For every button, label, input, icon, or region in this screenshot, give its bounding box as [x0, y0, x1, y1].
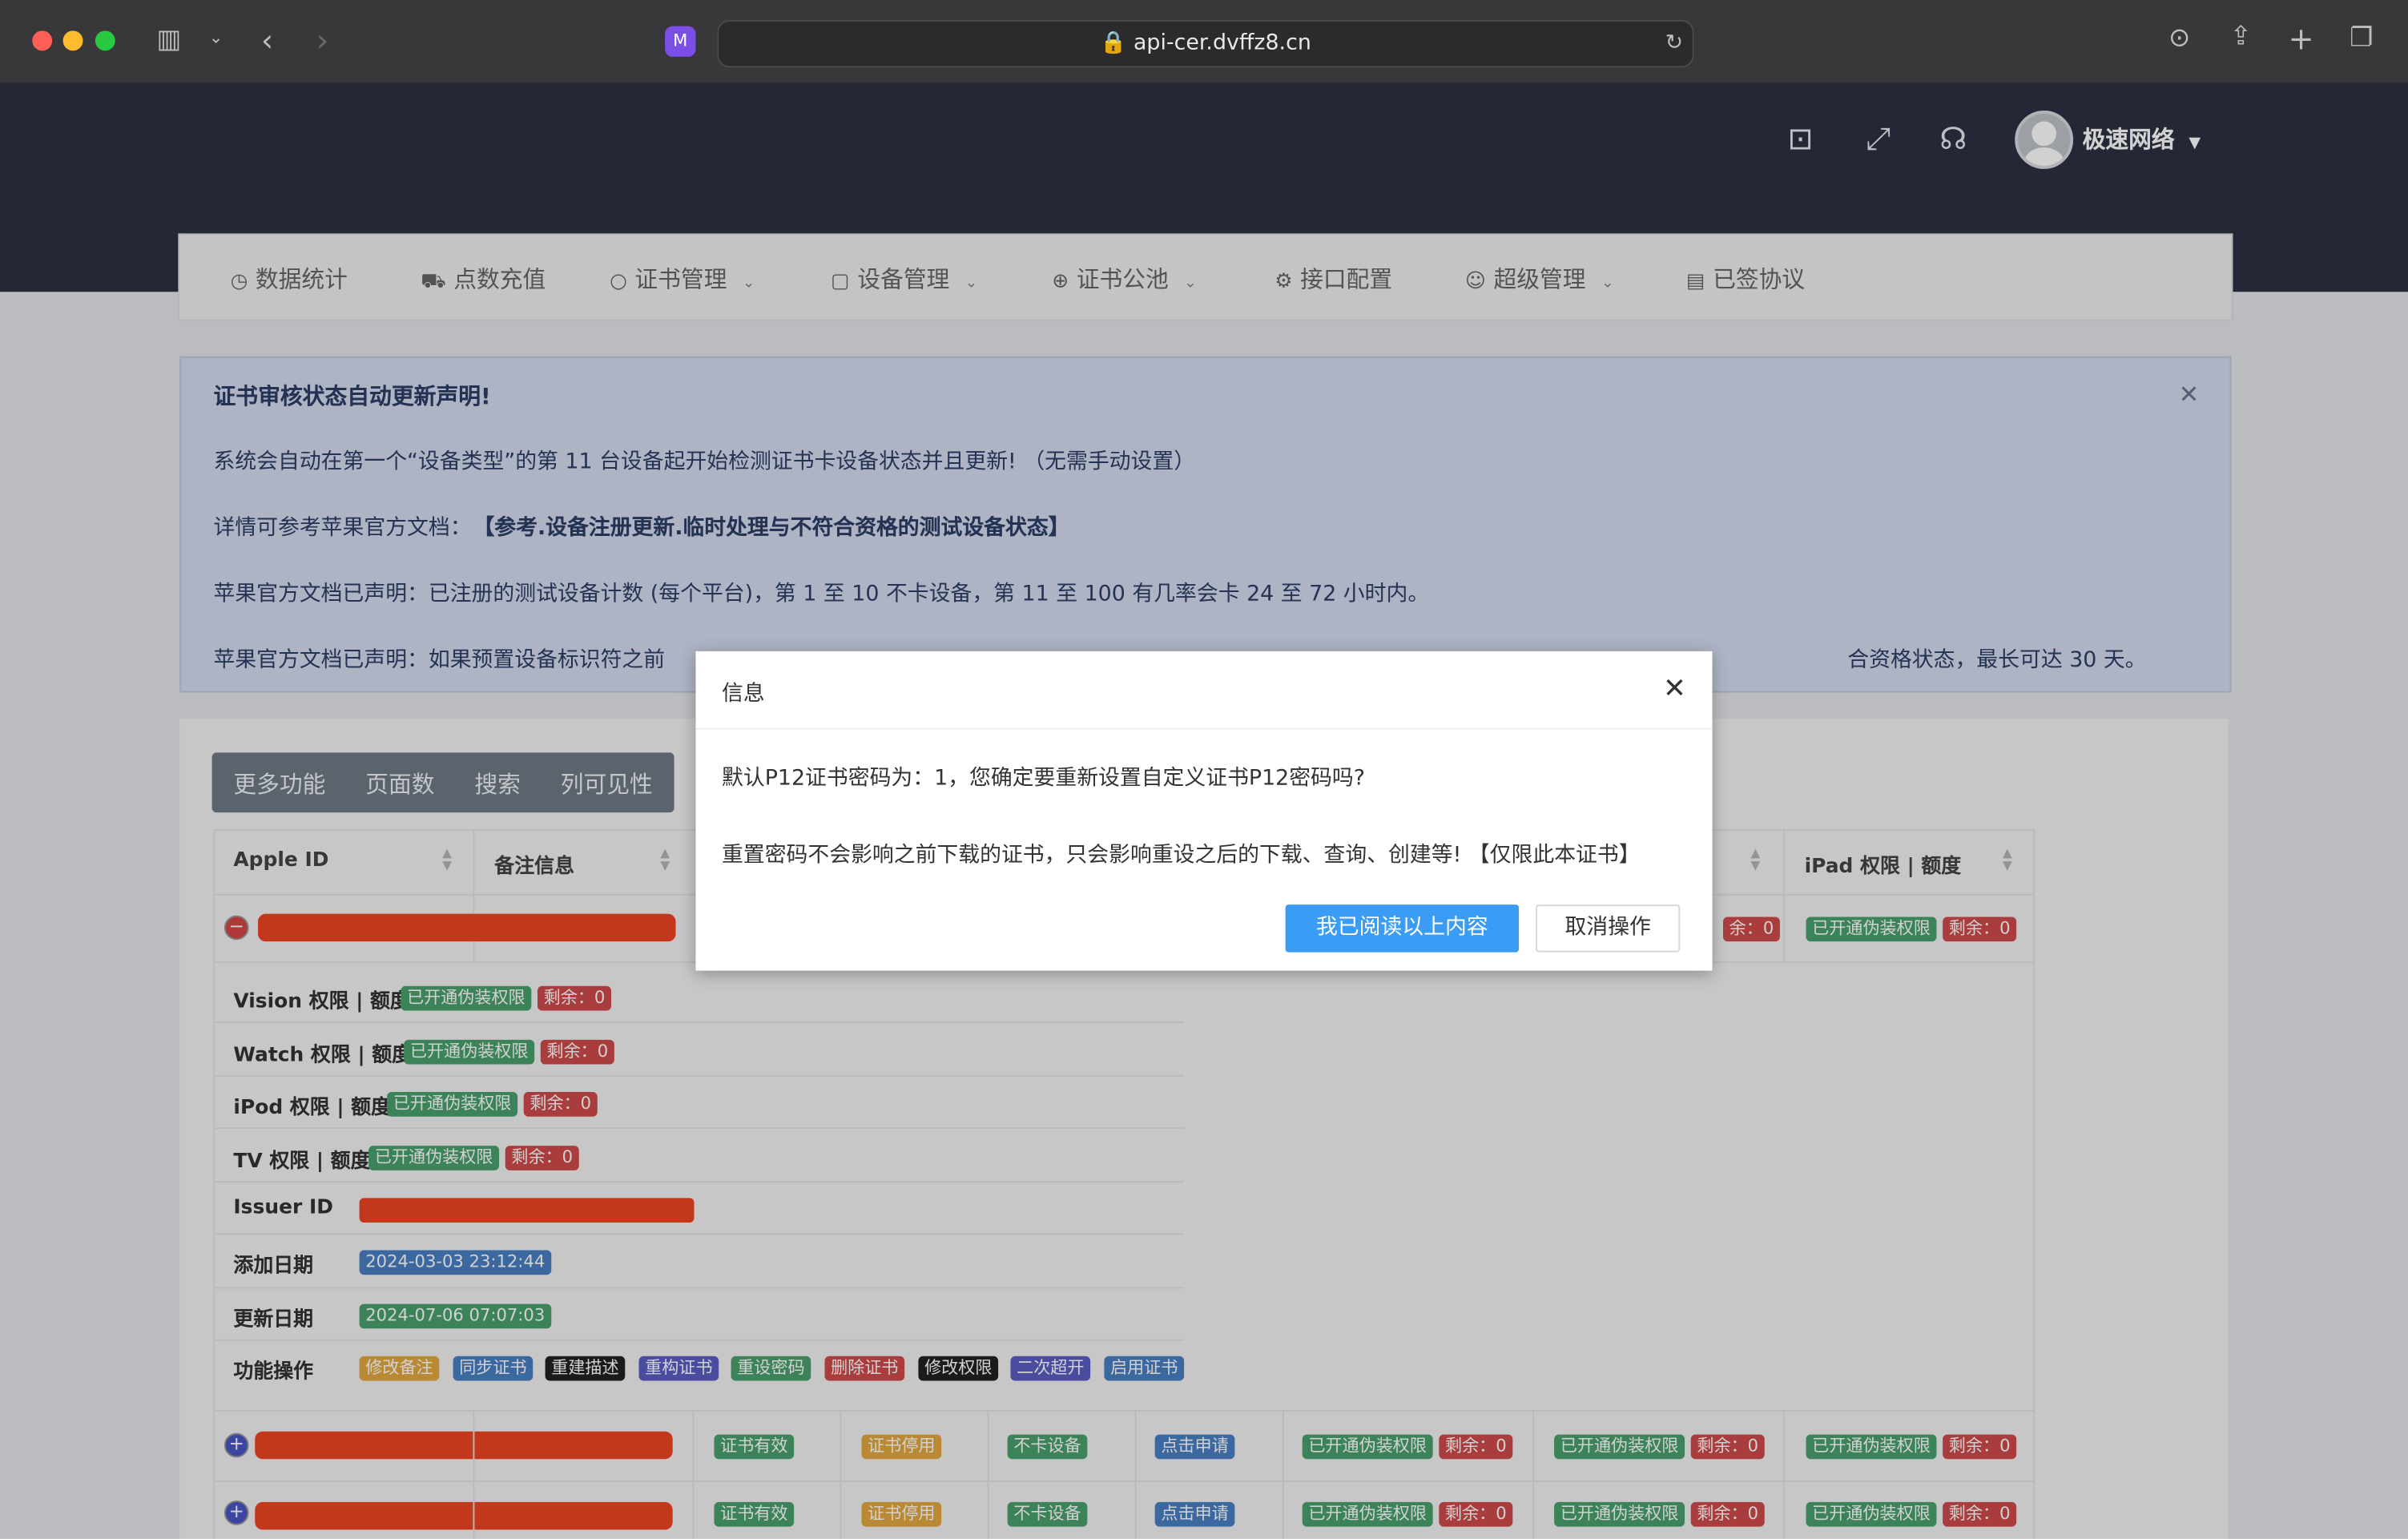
cancel-button[interactable]: 取消操作 [1536, 904, 1681, 953]
downloads-icon[interactable]: ⊙ [2168, 23, 2190, 54]
close-window-button[interactable] [32, 30, 53, 51]
divider [695, 727, 1713, 730]
lock-icon: 🔒 [1100, 30, 1127, 56]
new-tab-icon[interactable]: + [2288, 20, 2313, 57]
reload-icon[interactable]: ↻ [1665, 22, 1683, 66]
zoom-window-button[interactable] [95, 30, 115, 51]
dialog-title: 信息 [722, 682, 765, 707]
forward-icon[interactable]: › [316, 22, 328, 58]
chevron-down-icon[interactable]: ⌄ [209, 28, 223, 48]
minimize-window-button[interactable] [62, 30, 83, 51]
dialog-message: 默认P12证书密码为：1，您确定要重新设置自定义证书P12密码吗? [722, 766, 1366, 792]
sidebar-toggle-icon[interactable]: ▥ [157, 25, 182, 55]
confirm-dialog: 信息 ✕ 默认P12证书密码为：1，您确定要重新设置自定义证书P12密码吗? 重… [695, 651, 1713, 971]
close-icon[interactable]: ✕ [1663, 673, 1686, 705]
back-icon[interactable]: ‹ [261, 22, 273, 58]
share-icon[interactable]: ⇪ [2230, 22, 2252, 52]
browser-toolbar: ▥ ⌄ ‹ › M 🔒 api-cer.dvffz8.cn ↻ ⊙ ⇪ + ❐ [0, 0, 2408, 85]
extension-icon[interactable]: M [665, 26, 696, 57]
confirm-button[interactable]: 我已阅读以上内容 [1285, 904, 1520, 953]
tab-overview-icon[interactable]: ❐ [2350, 23, 2373, 54]
url-text: api-cer.dvffz8.cn [1133, 30, 1311, 56]
address-bar[interactable]: 🔒 api-cer.dvffz8.cn ↻ [717, 19, 1694, 68]
dialog-message: 重置密码不会影响之前下载的证书，只会影响重设之后的下载、查询、创建等! 【仅限此… [722, 843, 1641, 868]
